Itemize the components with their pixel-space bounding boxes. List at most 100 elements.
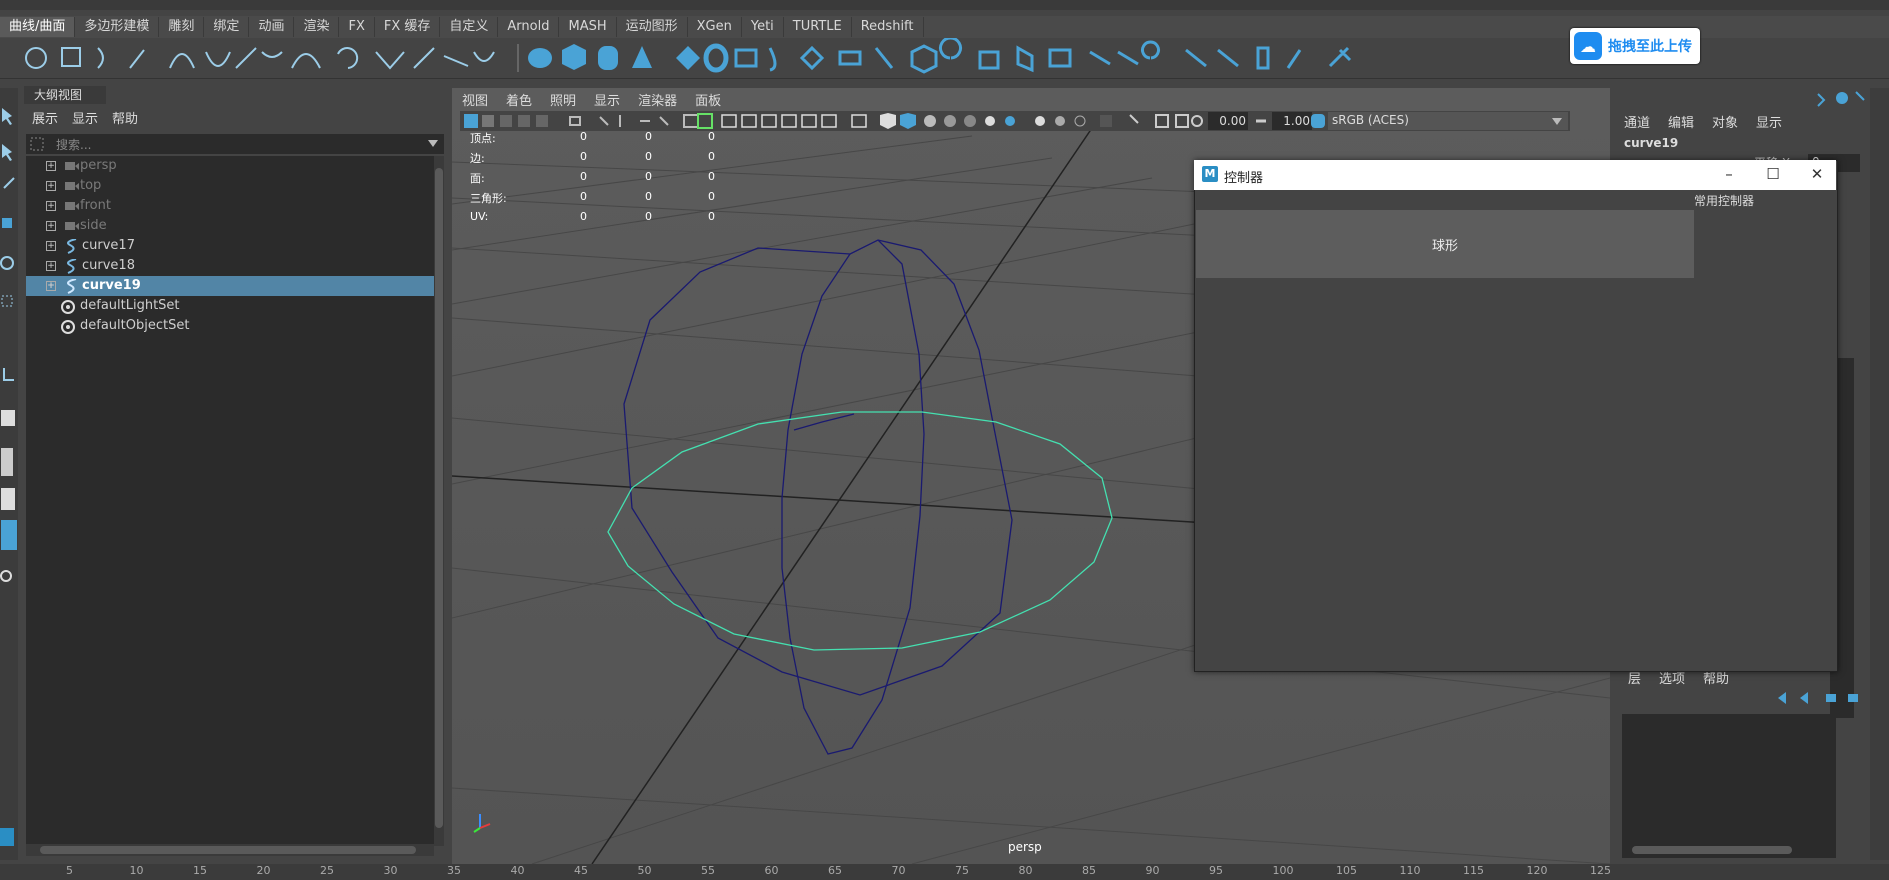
time-slider[interactable]: 5 10 15 20 25 30 35 40 45 50 55 60 65 70 75 80 85 90 95 100… <box>0 864 1889 880</box>
close-icon[interactable]: ✕ <box>1806 164 1828 184</box>
expand-icon[interactable]: + <box>46 261 56 271</box>
grease-pencil-icon <box>536 115 548 127</box>
scroll-thumb[interactable] <box>1632 846 1792 854</box>
filter-icon[interactable] <box>30 137 44 151</box>
exposure-field[interactable]: 0.00 <box>1208 112 1248 130</box>
outliner-item-defaultlightset[interactable]: defaultLightSet <box>26 296 434 316</box>
shelf-tab[interactable]: FX 缓存 <box>375 17 441 37</box>
outliner-search-input[interactable]: 搜索... <box>26 134 444 154</box>
timeline-tick-label: 15 <box>193 864 207 877</box>
shadows-icon <box>985 116 995 126</box>
shelf-tab[interactable]: Arnold <box>498 17 560 37</box>
outliner-item-persp[interactable]: + persp <box>26 156 434 176</box>
shelf-tab[interactable]: Yeti <box>742 17 784 37</box>
minimize-icon[interactable]: – <box>1718 164 1740 184</box>
antialiasing-icon <box>1055 116 1065 126</box>
outliner-item-front[interactable]: + front <box>26 196 434 216</box>
shelf-tab[interactable]: 多边形建模 <box>75 17 160 37</box>
outliner-item-top[interactable]: + top <box>26 176 434 196</box>
dof-icon <box>1074 115 1086 127</box>
expand-icon[interactable]: + <box>46 201 56 211</box>
scroll-thumb[interactable] <box>40 846 416 854</box>
shelf-tab[interactable]: XGen <box>688 17 742 37</box>
shelf-tab[interactable]: 运动图形 <box>617 17 688 37</box>
image-plane-icon <box>500 115 512 127</box>
nurbs-square-icon <box>61 47 81 67</box>
shelf-tab[interactable]: 雕刻 <box>159 17 205 37</box>
timeline-tick-label: 125 <box>1590 864 1611 877</box>
outliner-item-defaultobjectset[interactable]: defaultObjectSet <box>26 316 434 336</box>
timeline-tick-label: 25 <box>320 864 334 877</box>
outliner-item-curve19[interactable]: + curve19 <box>26 276 434 296</box>
outliner-item-label: persp <box>80 158 117 173</box>
shelf-tab[interactable]: 绑定 <box>204 17 250 37</box>
layer-list[interactable] <box>1622 714 1836 858</box>
camera-attr-icon <box>464 114 478 128</box>
shelf-tab[interactable]: MASH <box>559 17 617 37</box>
expand-icon[interactable]: + <box>46 281 56 291</box>
channel-box-header-icons[interactable] <box>1808 88 1868 108</box>
default-material-icon <box>924 115 936 127</box>
chevron-down-icon[interactable] <box>428 140 438 148</box>
color-management-icon[interactable] <box>1310 113 1326 129</box>
curve-icon <box>67 279 77 294</box>
side-tabs-strip[interactable] <box>1870 88 1889 860</box>
vp-menu-renderer[interactable]: 渲染器 <box>638 90 677 110</box>
vp-menu-lighting[interactable]: 照明 <box>550 90 576 110</box>
shelf-tab[interactable]: 动画 <box>249 17 295 37</box>
shelf-tab[interactable]: Redshift <box>852 17 924 37</box>
timeline-tick-label: 110 <box>1399 864 1421 877</box>
shelf-tab[interactable]: 曲线/曲面 <box>0 17 76 37</box>
selected-object-name: curve19 <box>1624 136 1679 150</box>
colorspace-select[interactable]: sRGB (ACES) <box>1328 112 1568 130</box>
layout-two-icon <box>1 448 13 476</box>
cb-menu-edit[interactable]: 编辑 <box>1668 112 1694 131</box>
vp-menu-shading[interactable]: 着色 <box>506 90 532 110</box>
gamma-field[interactable]: 1.00 <box>1272 112 1312 130</box>
shelf-tab[interactable]: TURTLE <box>784 17 852 37</box>
controller-tab-label[interactable]: 常用控制器 <box>1694 192 1754 209</box>
last-tool-icon <box>3 368 14 381</box>
controller-titlebar[interactable]: M 控制器 – ☐ ✕ <box>1194 160 1836 190</box>
outliner-hscrollbar[interactable] <box>26 844 434 856</box>
curve-icon <box>67 259 77 274</box>
cb-menu-show[interactable]: 显示 <box>1756 112 1782 131</box>
toolbox-icons[interactable] <box>0 88 18 860</box>
vp-menu-show[interactable]: 显示 <box>594 90 620 110</box>
exposure-icon <box>1191 115 1203 127</box>
hud-value: 0 <box>708 150 715 163</box>
outliner-item-side[interactable]: + side <box>26 216 434 236</box>
sphere-button[interactable]: 球形 <box>1196 210 1694 278</box>
cb-menu-object[interactable]: 对象 <box>1712 112 1738 131</box>
outliner-menu-display[interactable]: 显示 <box>72 108 98 127</box>
outliner-item-label: defaultObjectSet <box>80 318 190 333</box>
move-tool-icon <box>2 218 12 228</box>
shelf-tab[interactable]: 自定义 <box>440 17 499 37</box>
scroll-thumb[interactable] <box>435 168 443 828</box>
expand-icon[interactable]: + <box>46 221 56 231</box>
upload-button[interactable]: ☁ 拖拽至此上传 <box>1570 28 1700 64</box>
set-icon <box>61 320 75 334</box>
outliner-vscrollbar[interactable] <box>434 156 444 846</box>
shelf-tab[interactable]: FX <box>339 17 375 37</box>
viewport-toolbar: 0.00 1.00 sRGB (ACES) <box>460 111 1570 131</box>
vp-menu-view[interactable]: 视图 <box>462 90 488 110</box>
expand-icon[interactable]: + <box>46 181 56 191</box>
outliner-item-curve18[interactable]: + curve18 <box>26 256 434 276</box>
expand-icon[interactable]: + <box>46 241 56 251</box>
channel-box-icon <box>1817 93 1826 107</box>
vp-menu-panels[interactable]: 面板 <box>695 90 721 110</box>
hud-value: 0 <box>645 190 652 203</box>
outliner-item-curve17[interactable]: + curve17 <box>26 236 434 256</box>
shelf-tab[interactable]: 渲染 <box>294 17 340 37</box>
viewport-toolbar-icons[interactable] <box>460 111 1200 131</box>
outliner-menu-help[interactable]: 帮助 <box>112 108 138 127</box>
expand-icon[interactable]: + <box>46 161 56 171</box>
outliner-menu-show[interactable]: 展示 <box>32 108 58 127</box>
lights-icon <box>964 115 976 127</box>
layer-buttons[interactable] <box>1774 690 1864 706</box>
outliner-item-label: curve19 <box>82 278 141 293</box>
shelf-icons[interactable] <box>0 38 1560 78</box>
cb-menu-channels[interactable]: 通道 <box>1624 112 1650 131</box>
maximize-icon[interactable]: ☐ <box>1762 164 1784 184</box>
